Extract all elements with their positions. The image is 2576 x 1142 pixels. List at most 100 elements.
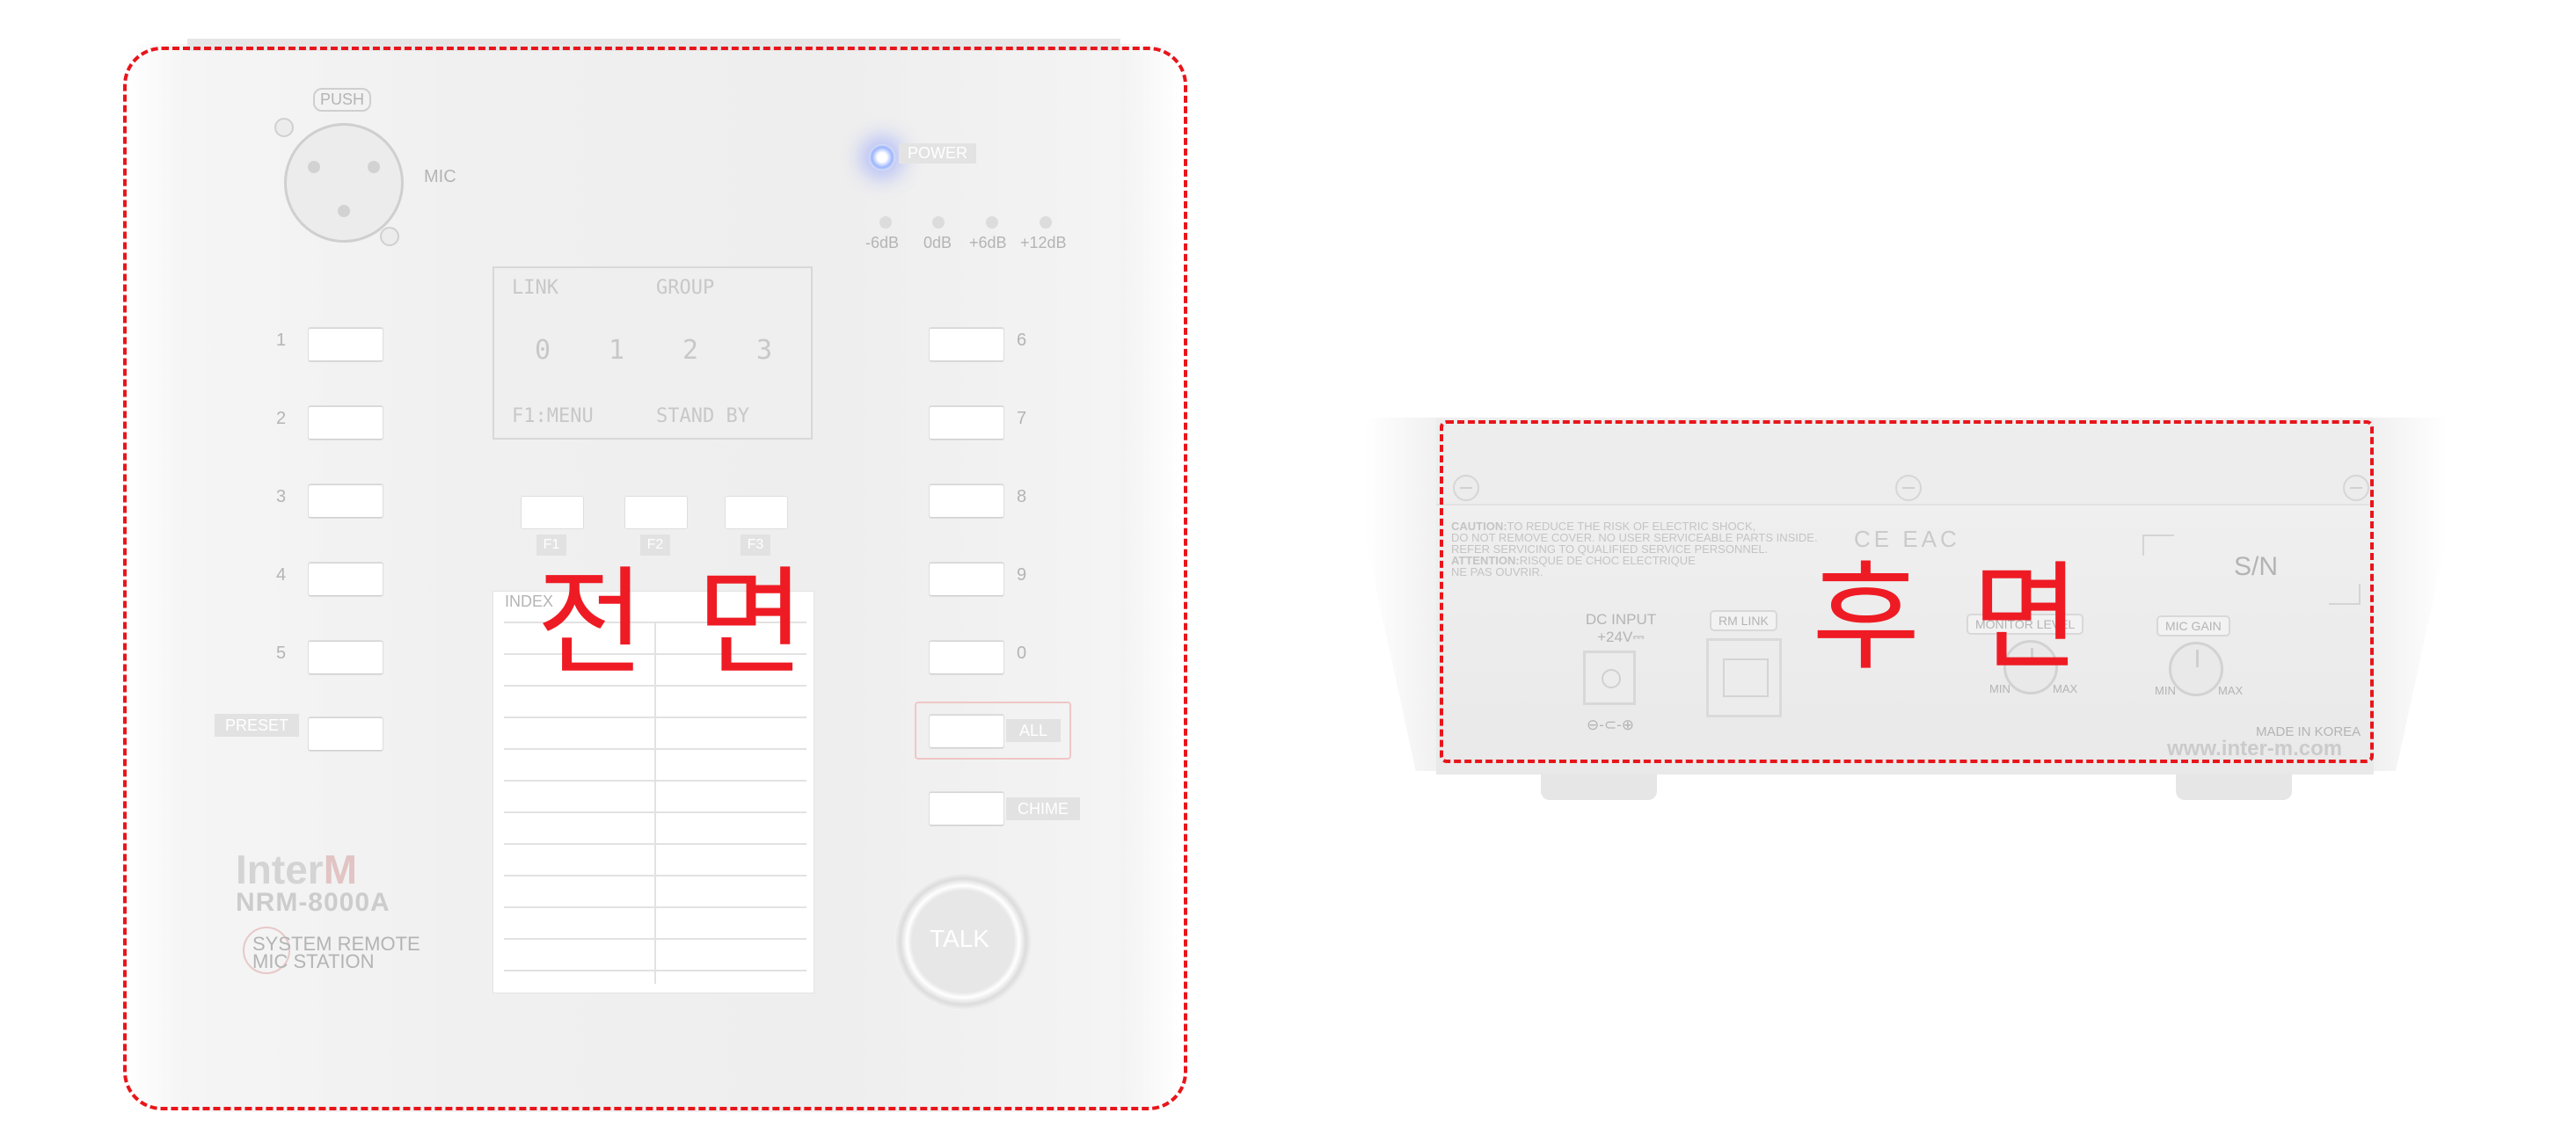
level-led-icon — [1040, 216, 1052, 229]
website-label: www.inter-m.com — [2167, 737, 2343, 760]
lcd-value: 0 — [535, 335, 551, 366]
model-name: NRM-8000A — [236, 888, 390, 917]
xlr-mic-connector[interactable] — [284, 123, 404, 243]
preset-label: PRESET — [215, 714, 299, 737]
inter-m-logo: InterM — [236, 846, 357, 893]
key-number-label: 0 — [1017, 644, 1027, 663]
rear-caption: 후 면 — [1812, 549, 2088, 687]
screw-icon — [1453, 475, 1479, 501]
preset-key-6[interactable] — [929, 327, 1004, 362]
preset-key-9[interactable] — [929, 562, 1004, 597]
logo-text: Inter — [236, 847, 324, 892]
key-number-label: 4 — [276, 565, 287, 585]
screw-icon — [2343, 475, 2369, 501]
key-number-label: 2 — [276, 409, 287, 428]
index-line — [504, 811, 806, 813]
preset-key-7[interactable] — [929, 405, 1004, 440]
dc-input-voltage: +24V⎓ — [1597, 629, 1645, 645]
preset-key-1[interactable] — [308, 327, 383, 362]
preset-key-2[interactable] — [308, 405, 383, 440]
logo-mark: M — [323, 847, 358, 892]
rm-link-label: RM LINK — [1710, 610, 1777, 631]
preset-key-5[interactable] — [308, 640, 383, 675]
index-line — [504, 938, 806, 940]
index-line — [504, 875, 806, 877]
front-caption: 전 면 — [536, 555, 813, 692]
key-number-label: 8 — [1017, 487, 1027, 506]
key-number-label: 7 — [1017, 409, 1027, 428]
dc-power-jack[interactable] — [1583, 651, 1636, 705]
knob-min-label: MIN — [2155, 684, 2176, 697]
rubber-foot — [1541, 774, 1657, 800]
screw-icon — [380, 227, 399, 246]
mic-label: MIC — [424, 167, 456, 186]
f1-button[interactable] — [521, 496, 584, 529]
index-line — [504, 716, 806, 718]
screw-icon — [274, 118, 294, 137]
lcd-menu-label: F1:MENU — [512, 405, 594, 427]
index-line — [504, 780, 806, 782]
lcd-value: 2 — [682, 335, 699, 366]
lcd-status-label: STAND BY — [656, 405, 749, 427]
f3-button[interactable] — [725, 496, 788, 529]
level-label: 0dB — [923, 234, 952, 251]
all-button[interactable] — [929, 714, 1004, 749]
rear-side-wing-right — [2372, 418, 2447, 771]
rm-link-port[interactable] — [1706, 638, 1782, 717]
talk-label: TALK — [930, 925, 989, 952]
index-line — [504, 906, 806, 908]
front-side-edge-right — [1119, 44, 1180, 1108]
preset-key-3[interactable] — [308, 484, 383, 519]
index-line — [504, 748, 806, 750]
xlr-pin — [338, 205, 350, 217]
model-description: SYSTEM REMOTE MIC STATION — [252, 935, 446, 971]
level-led-icon — [986, 216, 998, 229]
rubber-foot — [2176, 774, 2292, 800]
lcd-link-label: LINK — [512, 277, 558, 299]
preset-key-8[interactable] — [929, 484, 1004, 519]
model-description-line: MIC STATION — [252, 950, 375, 972]
preset-key-0[interactable] — [929, 640, 1004, 675]
level-led-icon — [879, 216, 892, 229]
frame-corner — [2142, 535, 2174, 556]
front-top-strip — [187, 39, 1120, 51]
knob-max-label: MAX — [2218, 684, 2244, 697]
preset-key-4[interactable] — [308, 562, 383, 597]
rear-side-wing-left — [1365, 418, 1440, 771]
key-number-label: 1 — [276, 331, 287, 350]
caution-line: RISQUE DE CHOC ELECTRIQUE — [1519, 554, 1696, 567]
serial-number-label: S/N — [2234, 552, 2279, 581]
level-label: +12dB — [1020, 234, 1067, 251]
caution-line: NE PAS OUVRIR. — [1451, 565, 1543, 578]
lcd-value: 3 — [756, 335, 773, 366]
chime-button[interactable] — [929, 791, 1004, 826]
push-label: PUSH — [313, 88, 372, 112]
caution-text: CAUTION:TO REDUCE THE RISK OF ELECTRIC S… — [1451, 520, 1818, 578]
level-led-icon — [932, 216, 945, 229]
dc-input-title: DC INPUT — [1585, 611, 1657, 628]
lcd-group-label: GROUP — [656, 277, 715, 299]
power-label: POWER — [899, 143, 977, 164]
mic-gain-label: MIC GAIN — [2156, 615, 2230, 636]
index-line — [504, 843, 806, 845]
power-led-icon — [869, 144, 895, 171]
index-line — [504, 970, 806, 971]
key-number-label: 6 — [1017, 331, 1027, 350]
dc-polarity-icon: ⊖-⊂-⊕ — [1587, 716, 1635, 733]
dc-input-label: DC INPUT +24V⎓ — [1581, 611, 1660, 646]
key-number-label: 9 — [1017, 565, 1027, 585]
all-label: ALL — [1006, 719, 1061, 742]
screw-icon — [1895, 475, 1922, 501]
preset-button[interactable] — [308, 716, 383, 752]
key-number-label: 5 — [276, 644, 287, 663]
xlr-pin — [308, 161, 320, 173]
level-label: +6dB — [969, 234, 1007, 251]
f2-button[interactable] — [624, 496, 688, 529]
mic-gain-knob[interactable] — [2169, 642, 2223, 696]
level-label: -6dB — [865, 234, 900, 251]
chime-label: CHIME — [1006, 797, 1080, 820]
frame-corner — [2329, 584, 2361, 605]
lcd-value: 1 — [609, 335, 625, 366]
xlr-pin — [368, 161, 380, 173]
key-number-label: 3 — [276, 487, 287, 506]
